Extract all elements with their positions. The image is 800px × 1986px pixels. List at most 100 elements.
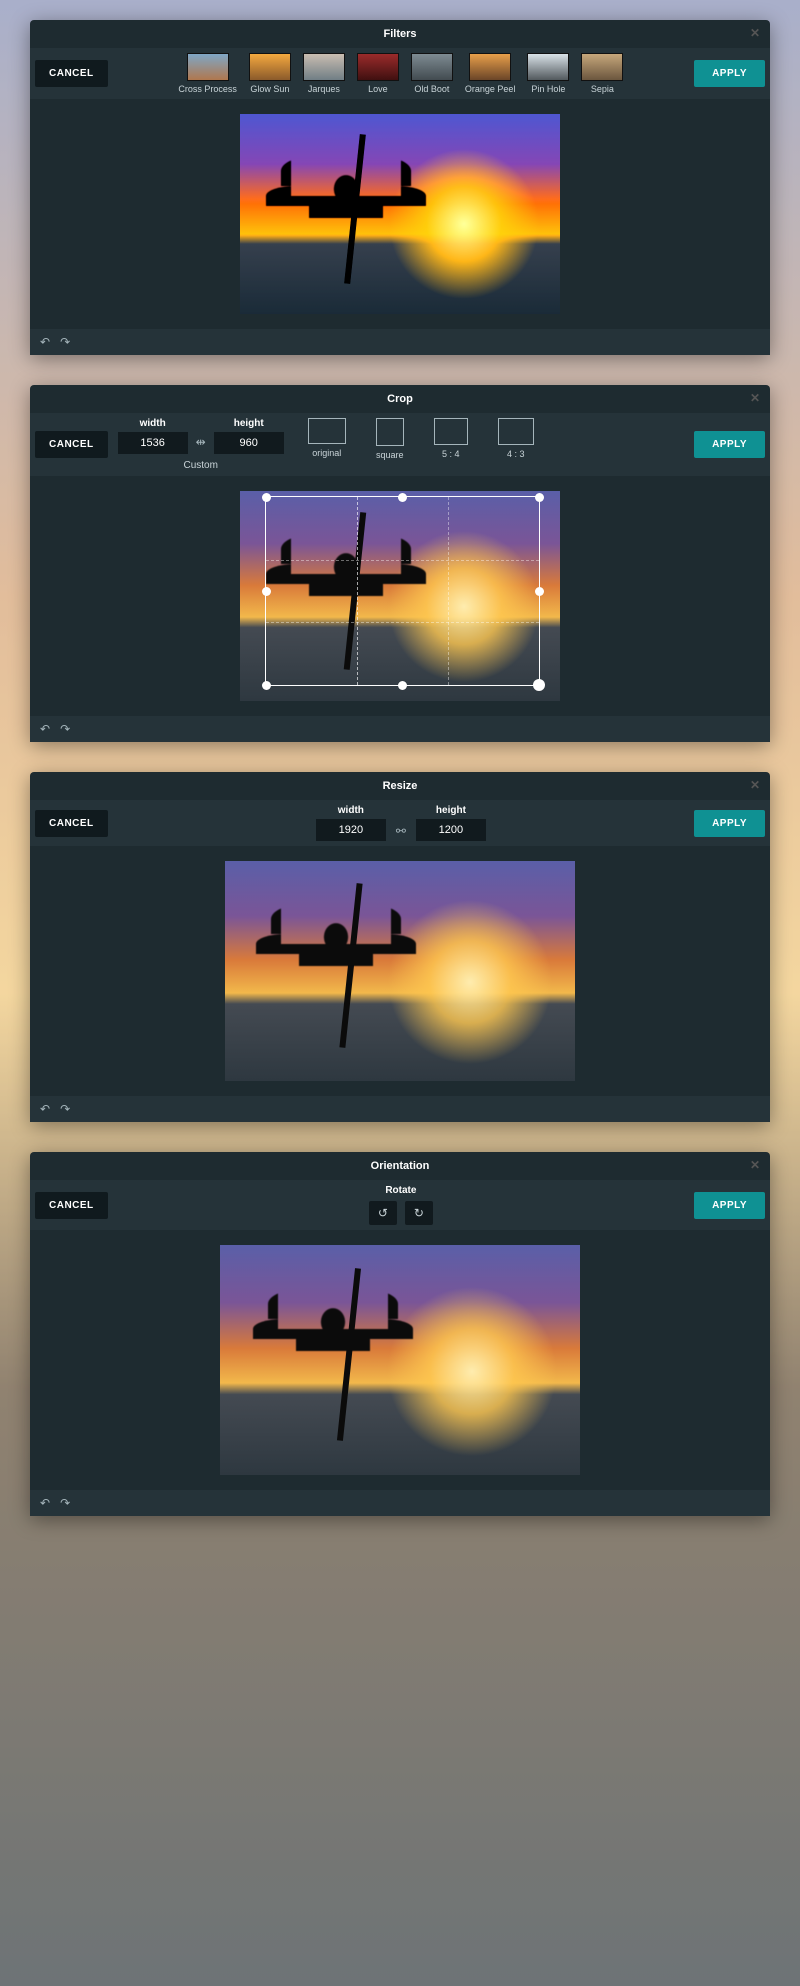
crop-handle[interactable] — [262, 493, 271, 502]
cancel-button[interactable]: CANCEL — [35, 431, 108, 458]
ratio-box-icon — [498, 418, 534, 445]
close-icon[interactable]: ✕ — [750, 1158, 760, 1172]
filter-thumb-icon — [357, 53, 399, 81]
filters-toolbar: CANCEL Cross Process Glow Sun Jarques Lo… — [30, 48, 770, 99]
filter-love[interactable]: Love — [357, 53, 399, 94]
orientation-toolbar: CANCEL Rotate ↺ ↻ APPLY — [30, 1180, 770, 1230]
height-label: height — [416, 805, 486, 816]
filter-thumb-icon — [187, 53, 229, 81]
panel-title: Filters ✕ — [30, 20, 770, 48]
link-icon[interactable]: ⇹ — [196, 423, 206, 449]
filter-label: Cross Process — [178, 84, 237, 94]
panel-title: Crop ✕ — [30, 385, 770, 413]
filter-thumb-icon — [527, 53, 569, 81]
preview-image — [220, 1245, 580, 1475]
close-icon[interactable]: ✕ — [750, 778, 760, 792]
crop-handle[interactable] — [535, 587, 544, 596]
rotate-controls: Rotate ↺ ↻ — [108, 1185, 694, 1225]
close-icon[interactable]: ✕ — [750, 391, 760, 405]
filter-label: Sepia — [581, 84, 623, 94]
height-label: height — [214, 418, 284, 429]
close-icon[interactable]: ✕ — [750, 26, 760, 40]
filter-sepia[interactable]: Sepia — [581, 53, 623, 94]
filter-label: Old Boot — [411, 84, 453, 94]
redo-icon[interactable]: ↷ — [60, 1496, 70, 1510]
width-group: width — [118, 418, 188, 454]
redo-icon[interactable]: ↷ — [60, 722, 70, 736]
ratio-label: 4 : 3 — [498, 449, 534, 459]
filter-label: Pin Hole — [527, 84, 569, 94]
filter-thumb-icon — [303, 53, 345, 81]
title-text: Orientation — [371, 1160, 430, 1172]
undo-icon[interactable]: ↶ — [40, 1102, 50, 1116]
cancel-button[interactable]: CANCEL — [35, 60, 108, 87]
crop-handle[interactable] — [262, 681, 271, 690]
filter-thumb-icon — [411, 53, 453, 81]
crop-handle[interactable] — [535, 493, 544, 502]
crop-rectangle[interactable] — [265, 496, 540, 686]
width-group: width — [316, 805, 386, 841]
title-text: Crop — [387, 393, 413, 405]
rotate-left-button[interactable]: ↺ — [369, 1201, 397, 1225]
custom-dimensions: width ⇹ height Custom — [118, 418, 284, 471]
ratio-label: square — [376, 450, 404, 460]
preview-area — [30, 846, 770, 1096]
filter-orange-peel[interactable]: Orange Peel — [465, 53, 516, 94]
height-input[interactable] — [416, 819, 486, 841]
redo-icon[interactable]: ↷ — [60, 1102, 70, 1116]
title-text: Resize — [383, 780, 418, 792]
height-input[interactable] — [214, 432, 284, 454]
custom-label: Custom — [118, 456, 284, 471]
crop-handle[interactable] — [533, 679, 545, 691]
width-label: width — [316, 805, 386, 816]
orientation-panel: Orientation ✕ CANCEL Rotate ↺ ↻ APPLY ↶ … — [30, 1152, 770, 1516]
crop-panel: Crop ✕ CANCEL width ⇹ height Custom orig… — [30, 385, 770, 742]
filter-cross-process[interactable]: Cross Process — [178, 53, 237, 94]
ratio-box-icon — [308, 418, 346, 444]
apply-button[interactable]: APPLY — [694, 810, 765, 837]
ratio-box-icon — [376, 418, 404, 446]
ratio-4-3[interactable]: 4 : 3 — [498, 418, 534, 459]
crop-handle[interactable] — [398, 493, 407, 502]
width-input[interactable] — [316, 819, 386, 841]
ratio-label: original — [308, 448, 346, 458]
title-text: Filters — [383, 28, 416, 40]
height-group: height — [214, 418, 284, 454]
filter-label: Jarques — [303, 84, 345, 94]
redo-icon[interactable]: ↷ — [60, 335, 70, 349]
filter-label: Glow Sun — [249, 84, 291, 94]
cancel-button[interactable]: CANCEL — [35, 810, 108, 837]
link-icon[interactable]: ⚯ — [396, 808, 406, 838]
undo-icon[interactable]: ↶ — [40, 722, 50, 736]
undo-icon[interactable]: ↶ — [40, 1496, 50, 1510]
crop-preview[interactable] — [240, 491, 560, 701]
filter-jarques[interactable]: Jarques — [303, 53, 345, 94]
filter-thumb-icon — [469, 53, 511, 81]
crop-handle[interactable] — [398, 681, 407, 690]
apply-button[interactable]: APPLY — [694, 60, 765, 87]
height-group: height — [416, 805, 486, 841]
rotate-right-button[interactable]: ↻ — [405, 1201, 433, 1225]
panel-footer: ↶ ↷ — [30, 1490, 770, 1516]
apply-button[interactable]: APPLY — [694, 1192, 765, 1219]
rotate-label: Rotate — [108, 1185, 694, 1196]
preview-area — [30, 99, 770, 329]
cancel-button[interactable]: CANCEL — [35, 1192, 108, 1219]
crop-toolbar: CANCEL width ⇹ height Custom original sq… — [30, 413, 770, 476]
crop-controls: width ⇹ height Custom original square 5 … — [108, 418, 694, 471]
filter-old-boot[interactable]: Old Boot — [411, 53, 453, 94]
filter-pin-hole[interactable]: Pin Hole — [527, 53, 569, 94]
preview-area — [30, 1230, 770, 1490]
ratio-5-4[interactable]: 5 : 4 — [434, 418, 468, 459]
ratio-label: 5 : 4 — [434, 449, 468, 459]
crop-handle[interactable] — [262, 587, 271, 596]
ratio-square[interactable]: square — [376, 418, 404, 460]
width-input[interactable] — [118, 432, 188, 454]
resize-controls: width ⚯ height — [108, 805, 694, 841]
ratio-original[interactable]: original — [308, 418, 346, 458]
apply-button[interactable]: APPLY — [694, 431, 765, 458]
width-label: width — [118, 418, 188, 429]
filter-glow-sun[interactable]: Glow Sun — [249, 53, 291, 94]
preview-image — [225, 861, 575, 1081]
undo-icon[interactable]: ↶ — [40, 335, 50, 349]
